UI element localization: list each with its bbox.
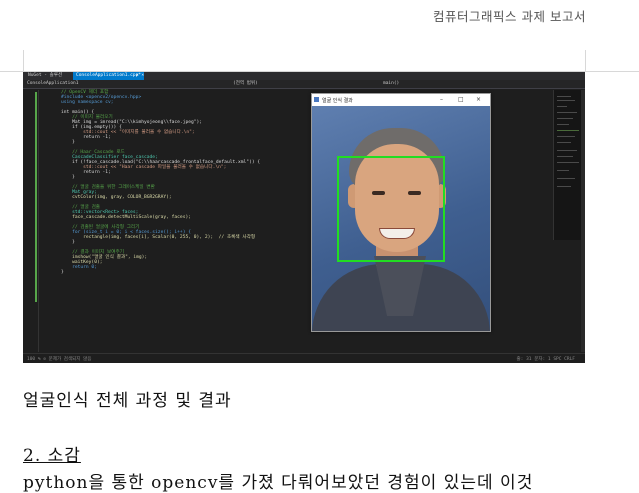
result-window-title: 얼굴 인식 결과 (322, 98, 353, 104)
scope-dropdown[interactable]: (전역 범위) (233, 80, 258, 88)
code-line: rectangle(img, faces[i], Scalar(0, 255, … (61, 235, 256, 240)
code-line: cvtColor(img, gray, COLOR_BGR2GRAY); (61, 195, 172, 200)
ide-screenshot: NuGet - 솔루션 ConsoleApplication1.cpp* × ×… (23, 72, 585, 363)
editor-tab-bar: NuGet - 솔루션 ConsoleApplication1.cpp* × × (23, 72, 585, 80)
face-photo (312, 106, 490, 331)
code-line: face_cascade.detectMultiScale(gray, face… (61, 215, 191, 220)
result-window: 얼굴 인식 결과 – □ × (311, 93, 491, 332)
figure-caption: 얼굴인식 전체 과정 및 결과 (23, 391, 232, 411)
code-line: } (61, 240, 75, 245)
code-line: return 0; (61, 265, 97, 270)
code-line: } (61, 175, 75, 180)
change-indicator (35, 92, 37, 302)
face-detection-box (337, 156, 445, 262)
code-line: using namespace cv; (61, 100, 114, 105)
navigation-bar: ConsoleApplication1 (전역 범위) main() (23, 80, 585, 89)
vertical-scrollbar[interactable] (581, 90, 585, 352)
maximize-button[interactable]: □ (458, 96, 464, 103)
zoom-status: 100 % ⊘ 문제가 검색되지 않음 (27, 357, 92, 362)
window-app-icon (314, 97, 319, 102)
margin-guide-right (585, 50, 586, 72)
status-bar: 100 % ⊘ 문제가 검색되지 않음 줄: 31 문자: 1 SPC CRLF (23, 353, 585, 363)
cursor-position: 줄: 31 문자: 1 SPC CRLF (516, 357, 575, 362)
code-minimap[interactable] (553, 90, 582, 240)
code-line: } (61, 270, 64, 275)
minimize-button[interactable]: – (440, 96, 443, 103)
section-heading: 2. 소감 (23, 446, 81, 466)
tab-close-icon[interactable]: × × (133, 72, 147, 80)
page-header-title: 컴퓨터그래픽스 과제 보고서 (433, 9, 586, 24)
function-dropdown[interactable]: main() (383, 80, 399, 88)
result-window-titlebar[interactable]: 얼굴 인식 결과 – □ × (312, 94, 490, 106)
tab-nuget[interactable]: NuGet - 솔루션 (25, 72, 65, 80)
close-button[interactable]: × (476, 96, 481, 103)
body-paragraph: python을 통한 opencv를 가졌 다뤄어보았던 경험이 있는데 이것 (23, 473, 534, 493)
line-gutter (23, 90, 39, 352)
margin-guide-left (23, 50, 24, 72)
project-dropdown[interactable]: ConsoleApplication1 (27, 80, 78, 88)
code-line: } (61, 140, 75, 145)
